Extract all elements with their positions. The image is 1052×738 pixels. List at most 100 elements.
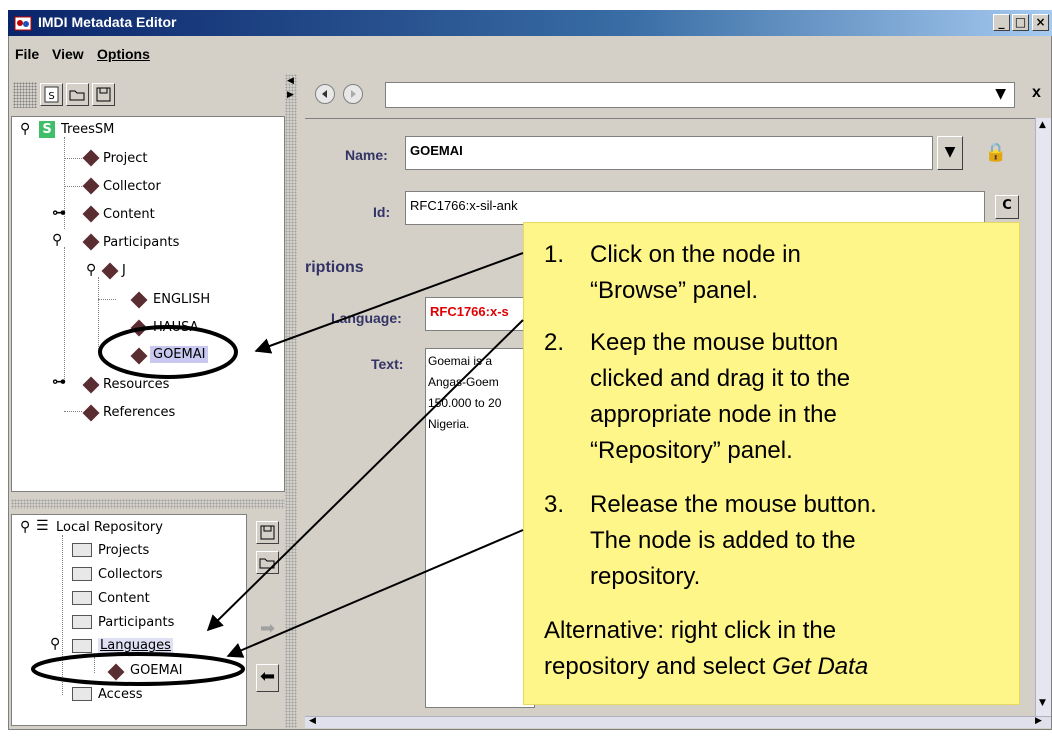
menu-file[interactable]: File [15, 46, 39, 62]
save-button[interactable] [92, 83, 115, 106]
pin-icon[interactable]: ⚲ [20, 519, 30, 535]
diamond-icon [82, 205, 100, 223]
tree-connector [64, 247, 65, 383]
toolbar-grip[interactable] [13, 82, 37, 108]
repository-tree[interactable]: ⚲ ☰ Local Repository Projects Collectors… [11, 514, 247, 726]
back-button[interactable] [315, 84, 335, 104]
diamond-icon [82, 233, 100, 251]
window-title: IMDI Metadata Editor [38, 14, 177, 30]
save-repository-button[interactable] [256, 521, 279, 544]
tree-connector [98, 299, 116, 300]
step-2-line-3: appropriate node in the [590, 401, 837, 428]
step-3-number: 3. [544, 491, 565, 518]
tree-connector [94, 657, 95, 673]
vertical-splitter[interactable]: ◀ ▶ [285, 74, 297, 728]
close-window-button[interactable]: × [1032, 14, 1049, 31]
session-icon: S [39, 121, 55, 138]
chevron-down-icon[interactable]: ▼ [995, 86, 1006, 102]
alternative-line-1: Alternative: right click in the [544, 617, 837, 644]
language-field[interactable]: RFC1766:x-s [425, 297, 535, 331]
move-left-button[interactable]: ⬅ [256, 664, 279, 692]
app-icon [14, 14, 32, 32]
tree-item-content[interactable]: Content [103, 207, 155, 222]
tree-item-collectors[interactable]: Collectors [98, 567, 163, 582]
expand-handle-icon[interactable]: ⊶ [52, 205, 66, 221]
tree-item-languages[interactable]: Languages [98, 638, 173, 653]
tree-item-collector[interactable]: Collector [103, 179, 161, 194]
open-button[interactable] [66, 83, 89, 106]
text-line: Angas-Goem [428, 375, 499, 389]
forward-button[interactable] [343, 84, 363, 104]
tree-connector [62, 535, 63, 695]
tree-item-project[interactable]: Project [103, 151, 147, 166]
lock-button[interactable]: 🔒 [979, 136, 1013, 170]
folder-icon [72, 591, 92, 605]
language-label: Language: [331, 310, 402, 326]
pin-icon[interactable]: ⚲ [52, 232, 62, 248]
pin-icon[interactable]: ⚲ [50, 636, 60, 652]
folder-icon [72, 543, 92, 557]
step-3-line-2: The node is added to the [590, 527, 856, 554]
svg-text:S: S [48, 91, 54, 102]
browse-tree[interactable]: ⚲ S TreesSM Project Collector ⊶ Content … [11, 116, 285, 492]
open-repository-button[interactable] [256, 551, 279, 574]
move-right-icon[interactable]: ➡ [256, 618, 279, 643]
tree-item-goemai[interactable]: GOEMAI [150, 346, 209, 363]
title-bar[interactable]: IMDI Metadata Editor _ □ × [8, 10, 1052, 36]
history-combo[interactable]: ▼ [385, 82, 1015, 108]
tree-item-participants[interactable]: Participants [103, 235, 179, 250]
menu-view[interactable]: View [52, 46, 84, 62]
pin-icon[interactable]: ⚲ [20, 121, 30, 137]
menu-options[interactable]: Options [97, 46, 150, 62]
move-left-icon: ⬅ [259, 666, 276, 687]
scroll-up-icon[interactable]: ▲ [1039, 120, 1046, 130]
tree-item-access[interactable]: Access [98, 687, 143, 702]
new-session-button[interactable]: S [40, 83, 63, 106]
diamond-icon [130, 347, 148, 365]
diamond-icon [130, 319, 148, 337]
diamond-icon [82, 177, 100, 195]
id-field[interactable]: RFC1766:x-sil-ank [405, 191, 985, 225]
scroll-down-icon[interactable]: ▼ [1039, 698, 1046, 708]
tree-item-goemai-repo[interactable]: GOEMAI [130, 663, 182, 678]
tree-item-projects[interactable]: Projects [98, 543, 149, 558]
id-label: Id: [373, 204, 391, 220]
scroll-right-icon[interactable]: ▶ [1035, 716, 1042, 726]
alternative-line-2-text: repository and select [544, 653, 773, 680]
horizontal-scrollbar[interactable]: ◀ ▶ [305, 716, 1051, 728]
collapse-right-icon[interactable]: ▶ [287, 90, 294, 100]
step-3-line-3: repository. [590, 563, 701, 590]
close-editor-button[interactable]: x [1032, 84, 1041, 102]
name-dropdown-button[interactable]: ▼ [937, 136, 963, 170]
alternative-line-2: repository and select Get Data [544, 651, 868, 683]
scroll-left-icon[interactable]: ◀ [309, 716, 316, 726]
step-2-line-4: “Repository” panel. [590, 437, 793, 464]
step-1-line-2: “Browse” panel. [590, 277, 759, 304]
tree-item-participants-repo[interactable]: Participants [98, 615, 174, 630]
copy-id-button[interactable]: C [995, 195, 1019, 219]
floppy-icon [96, 87, 111, 102]
collapse-left-icon[interactable]: ◀ [287, 76, 294, 86]
tree-item-j[interactable]: J [122, 263, 126, 278]
step-1-number: 1. [544, 241, 565, 268]
name-field[interactable]: GOEMAI [405, 136, 933, 170]
tree-item-english[interactable]: ENGLISH [153, 292, 210, 307]
tree-item-local-repository[interactable]: Local Repository [56, 520, 163, 535]
tree-item-resources[interactable]: Resources [103, 377, 169, 392]
minimize-button[interactable]: _ [993, 14, 1010, 31]
tree-item-treessm[interactable]: TreesSM [61, 122, 114, 137]
tree-item-hausa[interactable]: HAUSA [153, 320, 199, 335]
panel-splitter[interactable] [11, 499, 285, 509]
vertical-scrollbar[interactable]: ▲ ▼ [1035, 118, 1051, 716]
tree-connector [98, 277, 99, 353]
folder-icon [72, 615, 92, 629]
new-session-icon: S [44, 86, 59, 103]
forward-icon [351, 90, 356, 98]
maximize-button[interactable]: □ [1012, 14, 1029, 31]
pin-icon[interactable]: ⚲ [86, 262, 96, 278]
text-area[interactable]: Goemai is a Angas-Goem 150.000 to 20 Nig… [425, 348, 535, 708]
tree-item-content-repo[interactable]: Content [98, 591, 150, 606]
diamond-icon [130, 291, 148, 309]
tree-item-references[interactable]: References [103, 405, 175, 420]
expand-handle-icon[interactable]: ⊶ [52, 374, 66, 390]
